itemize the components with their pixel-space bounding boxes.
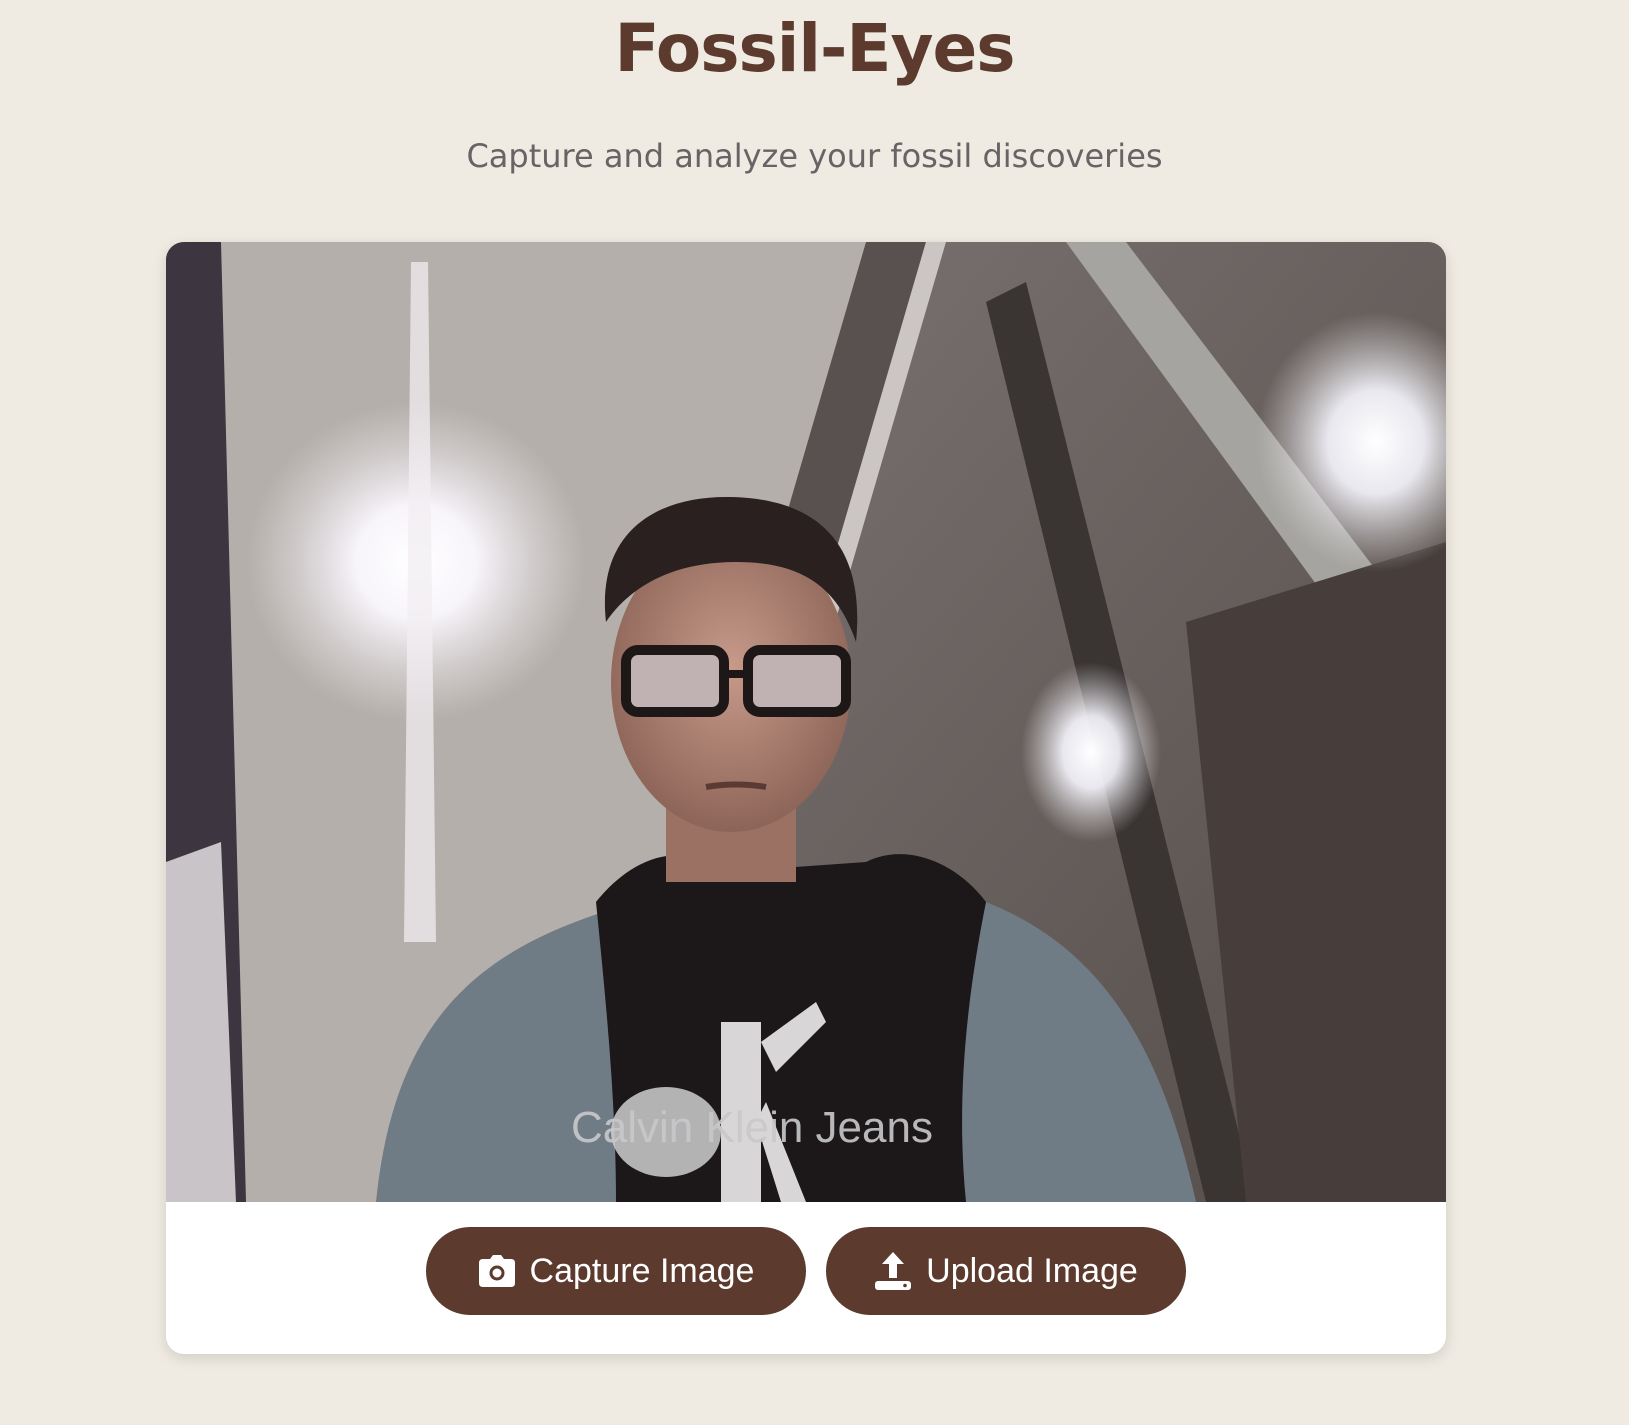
- camera-card: Calvin Klein Jeans Capture Image Upload …: [166, 242, 1446, 1354]
- shirt-print-text: Calvin Klein Jeans: [571, 1103, 933, 1152]
- upload-icon: [874, 1252, 912, 1290]
- upload-image-label: Upload Image: [926, 1251, 1138, 1290]
- capture-image-label: Capture Image: [529, 1251, 755, 1290]
- page-title: Fossil-Eyes: [614, 10, 1015, 87]
- action-bar: Capture Image Upload Image: [166, 1202, 1446, 1354]
- upload-image-button[interactable]: Upload Image: [826, 1227, 1186, 1315]
- page-subtitle: Capture and analyze your fossil discover…: [466, 137, 1163, 175]
- camera-icon: [478, 1252, 516, 1290]
- camera-preview: Calvin Klein Jeans: [166, 242, 1446, 1202]
- capture-image-button[interactable]: Capture Image: [426, 1227, 806, 1315]
